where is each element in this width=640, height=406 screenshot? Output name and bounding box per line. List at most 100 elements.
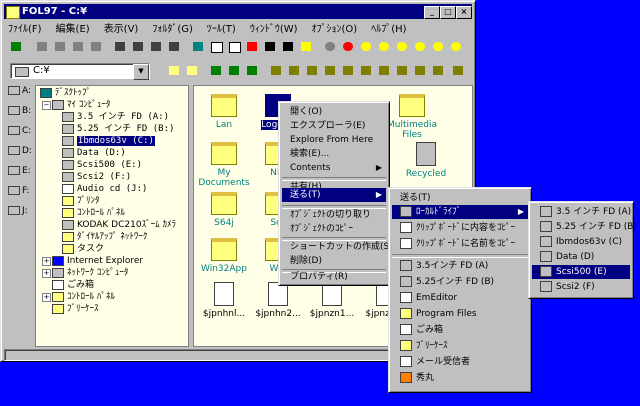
- sendto-item-recycle-bin[interactable]: ごみ箱: [392, 323, 528, 337]
- file-item-recycled[interactable]: Recycled: [398, 142, 454, 179]
- menu-item-sendto[interactable]: 送る(T) ▶: [282, 188, 386, 202]
- menu-item-properties[interactable]: プロパティ(R): [282, 270, 386, 284]
- menu-item-search[interactable]: 検索(E)...: [282, 147, 386, 161]
- file-item-s64j[interactable]: S64j: [196, 192, 252, 228]
- collapse-toggle[interactable]: −: [42, 101, 51, 110]
- sendto-item-mail[interactable]: メール受信者: [392, 355, 528, 369]
- sort-size-icon[interactable]: [148, 39, 164, 54]
- sendto-item-copy-content[interactable]: ｸﾘｯﾌﾟﾎﾞｰﾄﾞに内容をｺﾋﾟｰ: [392, 221, 528, 235]
- expand-toggle[interactable]: +: [42, 269, 51, 278]
- tree-item-tasks[interactable]: タスク: [62, 243, 104, 255]
- app-icon[interactable]: [6, 6, 20, 19]
- drive-item-f[interactable]: Scsi2 (F): [532, 280, 630, 294]
- menu-file[interactable]: ﾌｧｲﾙ(F): [8, 20, 42, 35]
- menu-item-cut[interactable]: ｵﾌﾞｼﾞｪｸﾄの切り取り: [282, 208, 386, 222]
- file-item-multimedia[interactable]: Multimedia Files: [384, 94, 440, 140]
- stop-icon[interactable]: [322, 39, 338, 54]
- sendto-item-local-drive[interactable]: ﾛｰｶﾙﾄﾞﾗｲﾌﾞ ▶: [392, 205, 528, 219]
- sendto-item-copy-name[interactable]: ｸﾘｯﾌﾟﾎﾞｰﾄﾞに名前をｺﾋﾟｰ: [392, 237, 528, 251]
- tool-3-icon[interactable]: [304, 63, 320, 78]
- close-button[interactable]: ×: [456, 6, 472, 19]
- tree-item-desktop[interactable]: ﾃﾞｽｸﾄｯﾌﾟ: [40, 87, 91, 99]
- menu-tools[interactable]: ﾂｰﾙ(T): [207, 20, 236, 35]
- file-item-jpnhnl[interactable]: $jpnhnl...: [196, 282, 252, 319]
- file-item-win32app[interactable]: Win32App: [196, 238, 252, 274]
- tool-6-icon[interactable]: [358, 63, 374, 78]
- drive-button-e[interactable]: E:: [8, 163, 34, 179]
- new-folder-icon[interactable]: [298, 39, 314, 54]
- tree-item-drive-f[interactable]: Scsi2 (F:): [62, 171, 131, 183]
- menu-item-explore-from-here[interactable]: Explore From Here: [282, 133, 386, 147]
- address-combo[interactable]: C:¥ ▼: [10, 63, 150, 80]
- menu-view[interactable]: 表示(V): [104, 20, 139, 35]
- sendto-item-header[interactable]: 送る(T): [392, 191, 528, 205]
- drive-button-c[interactable]: C:: [8, 123, 34, 139]
- tree-item-kodak-camera[interactable]: KODAK DC210ｽﾞｰﾑ ｶﾒﾗ: [62, 219, 176, 231]
- tree-item-control-panel-2[interactable]: ｺﾝﾄﾛｰﾙ ﾊﾟﾈﾙ: [52, 291, 115, 303]
- yellow-circle-icon[interactable]: [358, 39, 374, 54]
- drive-item-a[interactable]: 3.5 インチ FD (A): [532, 205, 631, 219]
- sendto-item-fd-b[interactable]: 5.25インチ FD (B): [392, 275, 528, 289]
- maximize-button[interactable]: □: [440, 6, 456, 19]
- drive-button-b[interactable]: B:: [8, 103, 34, 119]
- tree-item-drive-b[interactable]: 5.25 インチ FD (B:): [62, 123, 174, 135]
- menu-item-explorer[interactable]: エクスプローラ(E): [282, 119, 386, 133]
- menu-item-open[interactable]: 開く(O): [282, 105, 386, 119]
- expand-toggle[interactable]: +: [42, 293, 51, 302]
- tree-item-ie[interactable]: Internet Explorer: [52, 255, 143, 267]
- drive-button-j[interactable]: J:: [8, 203, 34, 219]
- tree-item-drive-a[interactable]: 3.5 インチ FD (A:): [62, 111, 169, 123]
- copy-icon[interactable]: [208, 39, 224, 54]
- tree-item-drive-j[interactable]: Audio cd (J:): [62, 183, 147, 195]
- drive-item-e[interactable]: Scsi500 (E): [532, 265, 630, 279]
- drive-item-d[interactable]: Data (D): [532, 250, 630, 264]
- tree-item-dialup[interactable]: ﾀﾞｲﾔﾙｱｯﾌﾟ ﾈｯﾄﾜｰｸ: [62, 231, 147, 243]
- sort-date-icon[interactable]: [166, 39, 182, 54]
- tool-10-icon[interactable]: [430, 63, 446, 78]
- file-item-jpnzn1[interactable]: $jpnzn1...: [304, 282, 360, 319]
- minimize-button[interactable]: _: [424, 6, 440, 19]
- drive-button-f[interactable]: F:: [8, 183, 34, 199]
- smiley-icon[interactable]: [376, 39, 392, 54]
- drive-item-b[interactable]: 5.25 インチ FD (B): [532, 220, 637, 234]
- menu-item-delete[interactable]: 削除(D): [282, 254, 386, 268]
- tool-4-icon[interactable]: [322, 63, 338, 78]
- red-circle-icon[interactable]: [340, 39, 356, 54]
- smiley-4-icon[interactable]: [430, 39, 446, 54]
- tool-7-icon[interactable]: [376, 63, 392, 78]
- folder-icon[interactable]: [184, 63, 200, 78]
- sendto-item-program-files[interactable]: Program Files: [392, 307, 528, 321]
- sendto-item-hidemaru[interactable]: 秀丸: [392, 371, 528, 385]
- menu-edit[interactable]: 編集(E): [56, 20, 90, 35]
- file-item-lan[interactable]: Lan: [196, 94, 252, 130]
- large-icons-icon[interactable]: [34, 39, 50, 54]
- sendto-item-fd-a[interactable]: 3.5インチ FD (A): [392, 259, 528, 273]
- sort-type-icon[interactable]: [130, 39, 146, 54]
- tree-item-my-computer[interactable]: ﾏｲ ｺﾝﾋﾟｭｰﾀ: [52, 99, 110, 111]
- file-item-jpnhn2[interactable]: $jpnhn2...: [250, 282, 306, 319]
- cut-icon[interactable]: [226, 39, 242, 54]
- dropdown-arrow-icon[interactable]: ▼: [133, 64, 149, 80]
- rename-icon[interactable]: [262, 39, 278, 54]
- tool-9-icon[interactable]: [412, 63, 428, 78]
- tree-item-briefcase[interactable]: ﾌﾞﾘｰｹｰｽ: [52, 303, 99, 315]
- menu-options[interactable]: ｵﾌﾟｼｮﾝ(O): [312, 20, 358, 35]
- small-icons-icon[interactable]: [52, 39, 68, 54]
- smiley-2-icon[interactable]: [394, 39, 410, 54]
- smiley-3-icon[interactable]: [412, 39, 428, 54]
- menu-help[interactable]: ﾍﾙﾌﾟ(H): [371, 20, 406, 35]
- tool-8-icon[interactable]: [394, 63, 410, 78]
- drive-item-c[interactable]: Ibmdos63v (C): [532, 235, 630, 249]
- title-bar[interactable]: FOL97 - C:¥ _ □ ×: [4, 4, 472, 19]
- tree-item-drive-c[interactable]: Ibmdos63v (C:): [62, 135, 155, 147]
- sendto-item-briefcase[interactable]: ﾌﾞﾘｰｹｰｽ: [392, 339, 528, 353]
- drive-button-d[interactable]: D:: [8, 143, 34, 159]
- refresh-icon[interactable]: [8, 39, 24, 54]
- tool-1-icon[interactable]: [268, 63, 284, 78]
- tree-item-recycle-bin[interactable]: ごみ箱: [52, 279, 94, 291]
- tree-item-control-panel[interactable]: ｺﾝﾄﾛｰﾙ ﾊﾟﾈﾙ: [62, 207, 125, 219]
- expand-toggle[interactable]: +: [42, 257, 51, 266]
- select-all-icon[interactable]: [190, 39, 206, 54]
- folder-up-icon[interactable]: [166, 63, 182, 78]
- name-icon[interactable]: [280, 39, 296, 54]
